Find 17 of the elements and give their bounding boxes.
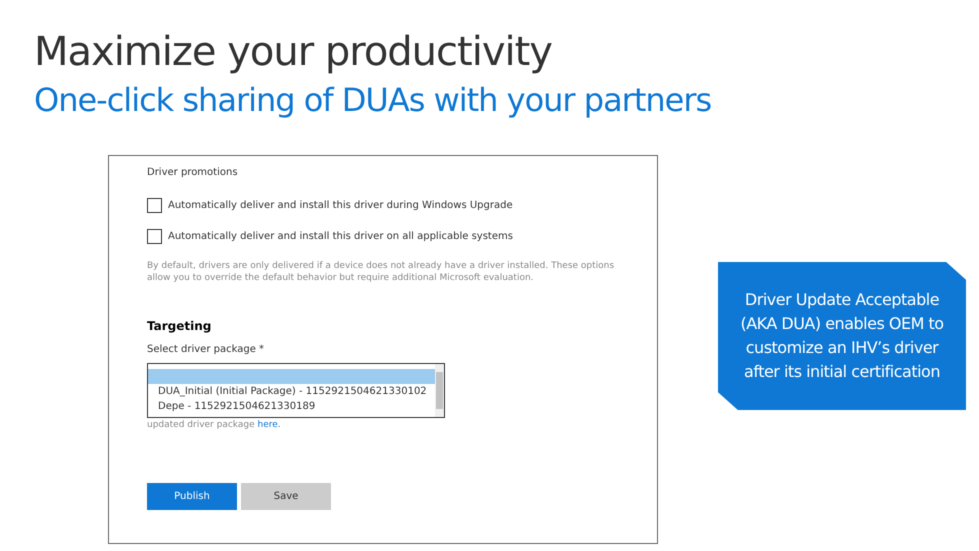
callout-text: Driver Update Acceptable (AKA DUA) enables OEM to customize an IHV’s driver after its initial certification	[739, 289, 945, 383]
checkbox-label: Automatically deliver and install this driver during Windows Upgrade	[168, 198, 513, 212]
slide-subtitle: One-click sharing of DUAs with your partners	[34, 80, 712, 121]
field-label: Select driver package *	[147, 343, 266, 357]
section-heading: Targeting	[147, 318, 212, 334]
publish-button[interactable]: Publish	[147, 483, 237, 510]
save-button[interactable]: Save	[241, 483, 331, 510]
here-link[interactable]: here.	[257, 419, 281, 431]
package-listbox[interactable]: DUA_Initial (Initial Package) - 1152921504621330102 Depe - 1152921504621330189	[147, 363, 445, 418]
checkbox[interactable]	[147, 198, 162, 213]
slide-title: Maximize your productivity	[34, 28, 553, 77]
hint-text: updated driver package	[147, 419, 256, 431]
scrollbar[interactable]	[435, 364, 444, 417]
checkbox[interactable]	[147, 229, 162, 244]
note-text: By default, drivers are only delivered if a device does not already have a driver installed. These options allow you to override the default behavior but require additional Microsoft evaluation.	[147, 260, 616, 284]
section-label: Driver promotions	[147, 166, 239, 180]
checkbox-label: Automatically deliver and install this driver on all applicable systems	[168, 230, 513, 244]
